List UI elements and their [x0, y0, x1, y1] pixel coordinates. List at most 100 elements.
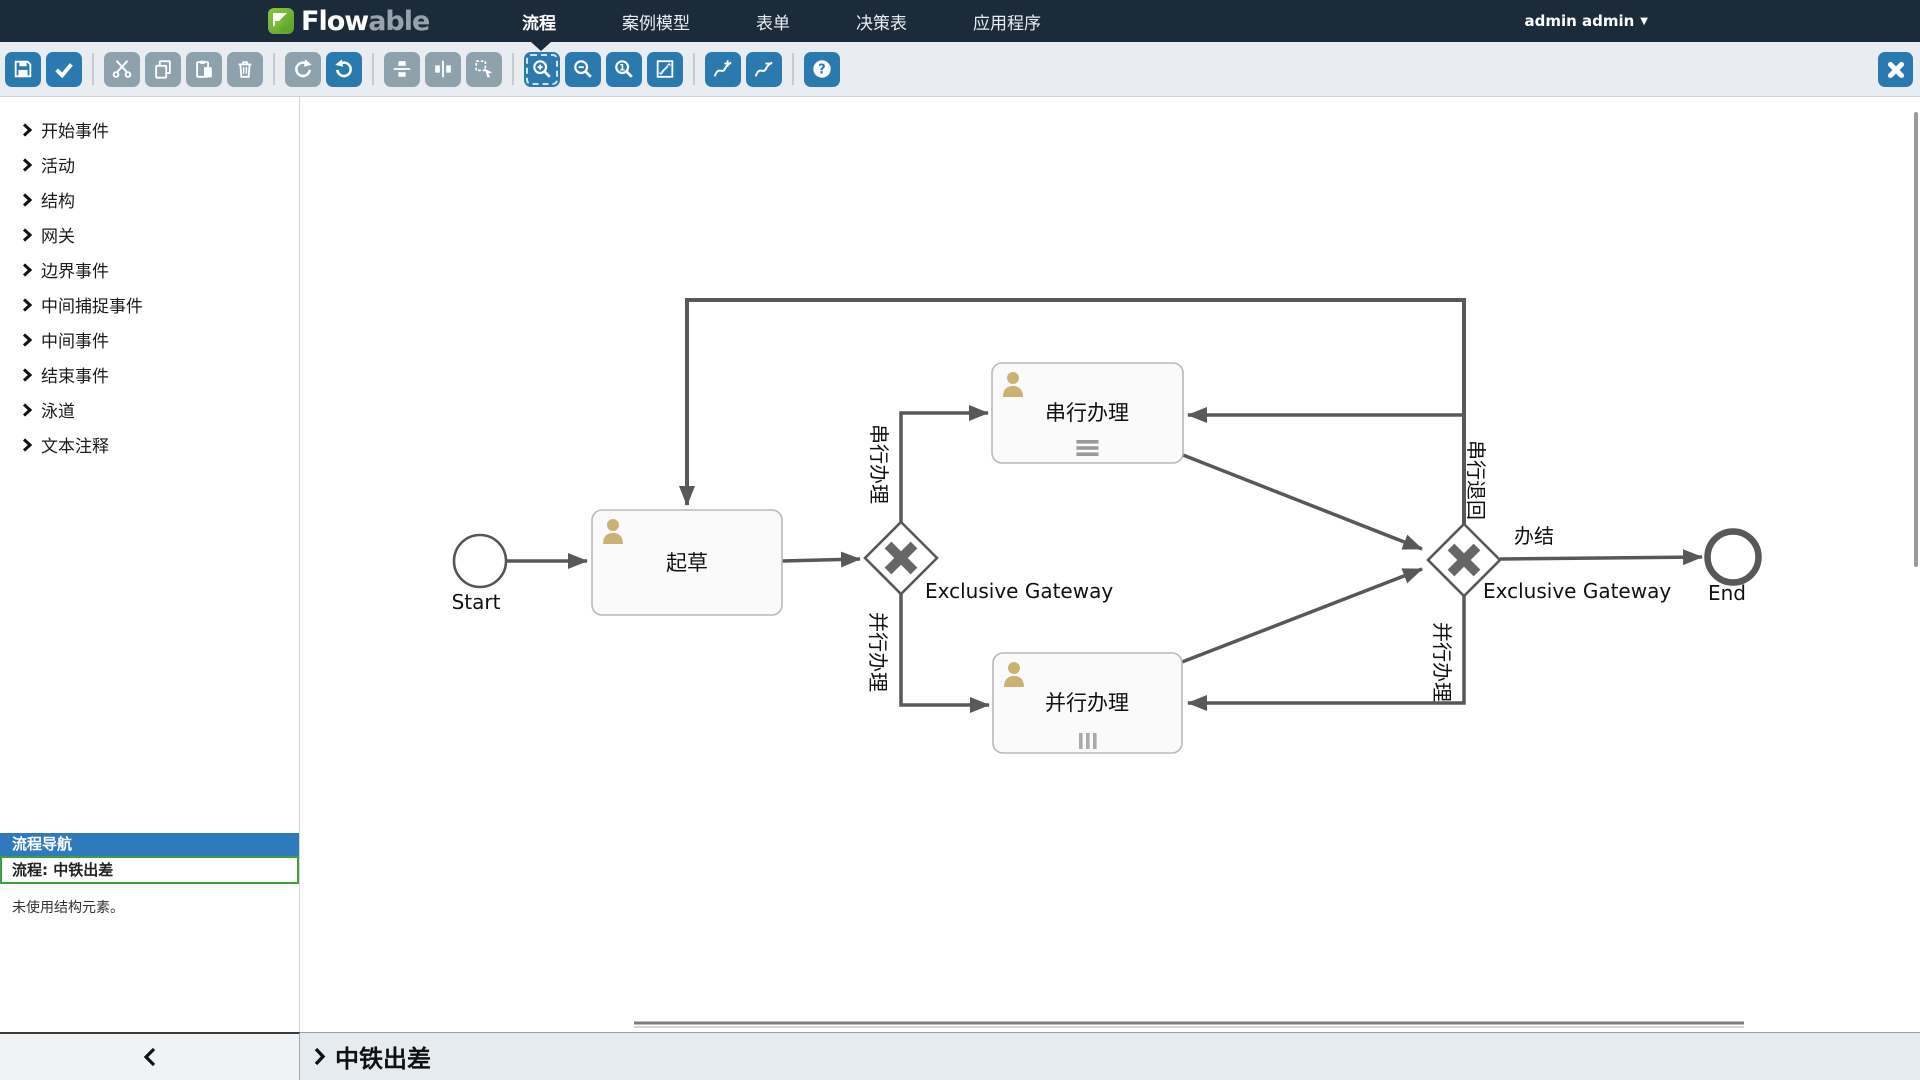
process-navigator-note: 未使用结构元素。 [0, 897, 299, 917]
palette-sidebar: 开始事件 活动 结构 网关 边界事件 中间捕捉事件 中间事件 结束事件 泳道 文… [0, 97, 300, 1032]
bpmn-canvas[interactable]: Start 起草 Exclusive Gateway 串行办理 [300, 97, 1920, 1032]
parallel-multi-instance-icon [1079, 733, 1097, 749]
bottom-bar: 中铁出差 [0, 1032, 1920, 1080]
start-event[interactable] [454, 535, 506, 587]
palette-group-intermediate-events[interactable]: 中间事件 [0, 322, 299, 357]
edge-label-to-parallel: 并行办理 [866, 612, 890, 692]
save-button[interactable] [5, 52, 41, 87]
copy-button[interactable] [145, 52, 181, 87]
edge-label-to-serial: 串行办理 [867, 424, 891, 504]
palette-group-boundary-events[interactable]: 边界事件 [0, 252, 299, 287]
flow-serial-to-gateway2[interactable] [1183, 455, 1422, 549]
palette-group-label: 开始事件 [41, 117, 109, 142]
edge-label-serial-return: 串行退回 [1464, 440, 1488, 520]
main-menu: 流程 案例模型 表单 决策表 应用程序 [522, 0, 1041, 42]
zoom-actual-button[interactable]: 1 [606, 52, 642, 87]
user-name: admin admin [1524, 12, 1634, 30]
delete-button[interactable] [227, 52, 263, 87]
nav-item-case-models[interactable]: 案例模型 [622, 9, 690, 34]
task-label: 起草 [666, 551, 708, 575]
toolbar-separator [372, 53, 374, 85]
gateway1-label: Exclusive Gateway [925, 579, 1113, 603]
nav-item-forms[interactable]: 表单 [756, 9, 790, 34]
redo-button[interactable] [285, 52, 321, 87]
palette-group-gateways[interactable]: 网关 [0, 217, 299, 252]
paste-button[interactable] [186, 52, 222, 87]
end-event-label: End [1708, 581, 1746, 605]
palette-group-activities[interactable]: 活动 [0, 147, 299, 182]
svg-text:?: ? [818, 62, 825, 77]
close-icon [1885, 59, 1907, 81]
palette-group-swimlanes[interactable]: 泳道 [0, 392, 299, 427]
end-event[interactable] [1708, 532, 1759, 583]
toolbar-separator [512, 53, 514, 85]
active-tab-notch [531, 42, 551, 51]
palette-group-label: 结束事件 [41, 362, 109, 387]
palette-group-label: 文本注释 [41, 432, 109, 457]
palette-group-label: 活动 [41, 152, 75, 177]
toolbar-separator [792, 53, 794, 85]
help-button[interactable]: ? [804, 52, 840, 87]
flow-gateway2-to-end[interactable] [1500, 557, 1702, 559]
flow-parallel-to-gateway2[interactable] [1182, 569, 1422, 662]
toolbar-separator [92, 53, 94, 85]
align-vertical-button[interactable] [384, 52, 420, 87]
chevron-right-icon [22, 368, 32, 382]
flow-gateway1-to-serial[interactable] [901, 413, 988, 522]
palette-group-text-annotation[interactable]: 文本注释 [0, 427, 299, 462]
close-editor-button[interactable] [1878, 52, 1913, 87]
flow-gateway1-to-parallel[interactable] [901, 594, 989, 705]
edge-label-parallel-return: 并行办理 [1430, 622, 1454, 702]
nav-item-apps[interactable]: 应用程序 [973, 9, 1041, 34]
flow-qicao-to-gateway1[interactable] [782, 559, 860, 561]
breadcrumb: 中铁出差 [300, 1032, 1920, 1080]
zoom-in-button[interactable] [524, 52, 560, 87]
zoom-out-button[interactable] [565, 52, 601, 87]
palette-group-intermediate-catching-events[interactable]: 中间捕捉事件 [0, 287, 299, 322]
user-task-parallel[interactable]: 并行办理 [993, 653, 1182, 753]
undo-button[interactable] [326, 52, 362, 87]
process-navigator-selected-item[interactable]: 流程: 中铁出差 [0, 856, 299, 884]
user-menu[interactable]: admin admin ▼ [1524, 0, 1648, 42]
chevron-right-icon [22, 123, 32, 137]
process-name[interactable]: 中铁出差 [335, 1039, 431, 1074]
add-bendpoint-button[interactable] [705, 52, 741, 87]
toolbar-separator [693, 53, 695, 85]
top-navbar: Flowable 流程 案例模型 表单 决策表 应用程序 admin admin… [0, 0, 1920, 42]
palette-group-label: 中间捕捉事件 [41, 292, 143, 317]
flowable-logo: Flowable [268, 0, 429, 42]
palette-group-label: 结构 [41, 187, 75, 212]
palette-group-label: 网关 [41, 222, 75, 247]
chevron-right-icon [22, 403, 32, 417]
palette-group-start-events[interactable]: 开始事件 [0, 112, 299, 147]
process-navigator-header: 流程导航 [0, 833, 299, 856]
process-navigator-panel: 流程导航 流程: 中铁出差 未使用结构元素。 [0, 833, 299, 917]
palette-group-end-events[interactable]: 结束事件 [0, 357, 299, 392]
palette-list: 开始事件 活动 结构 网关 边界事件 中间捕捉事件 中间事件 结束事件 泳道 文… [0, 97, 299, 462]
align-horizontal-button[interactable] [425, 52, 461, 87]
chevron-right-icon [22, 263, 32, 277]
collapse-sidebar-button[interactable] [0, 1032, 300, 1080]
gateway2-label: Exclusive Gateway [1483, 579, 1671, 603]
user-task-qicao[interactable]: 起草 [592, 510, 782, 615]
bpmn-diagram: Start 起草 Exclusive Gateway 串行办理 [300, 97, 1920, 1032]
nav-item-decision-tables[interactable]: 决策表 [856, 9, 907, 34]
chevron-right-icon [22, 193, 32, 207]
remove-bendpoint-button[interactable] [746, 52, 782, 87]
cut-button[interactable] [104, 52, 140, 87]
flow-gateway2-return-to-parallel[interactable] [1188, 596, 1464, 703]
chevron-down-icon: ▼ [1640, 16, 1648, 27]
user-task-serial[interactable]: 串行办理 [992, 363, 1183, 463]
brand-text: Flow [301, 6, 368, 37]
validate-button[interactable] [46, 52, 82, 87]
palette-group-structural[interactable]: 结构 [0, 182, 299, 217]
palette-group-label: 泳道 [41, 397, 75, 422]
same-size-button[interactable] [466, 52, 502, 87]
vertical-scrollbar[interactable] [1914, 112, 1918, 567]
flowable-logo-icon [268, 8, 294, 34]
chevron-right-icon [22, 158, 32, 172]
zoom-fit-button[interactable] [647, 52, 683, 87]
sequential-multi-instance-icon [1077, 440, 1099, 456]
nav-item-processes[interactable]: 流程 [522, 9, 556, 34]
chevron-right-icon [22, 298, 32, 312]
